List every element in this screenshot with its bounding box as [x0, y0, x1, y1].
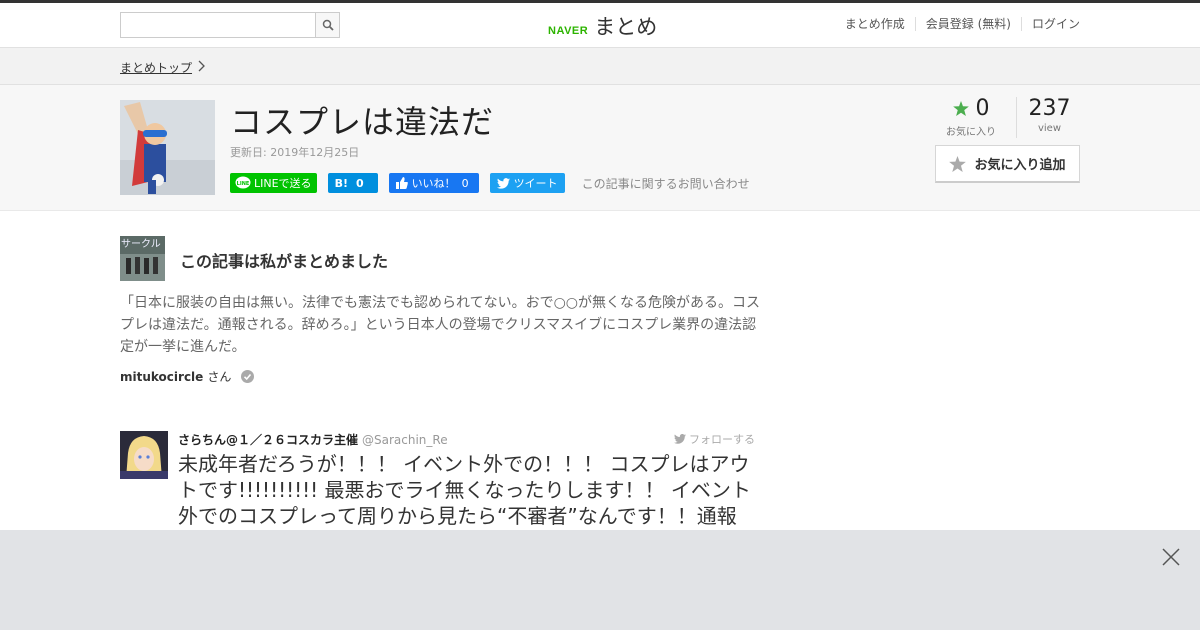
article-summary: 「日本に服装の自由は無い。法律でも憲法でも認められてない。おで○○が無くなる危険… [120, 295, 761, 355]
ad-overlay-bar [0, 530, 1200, 630]
follow-button[interactable]: フォローする [674, 431, 755, 447]
line-share-button[interactable]: LINE LINEで送る [230, 173, 317, 193]
tweet-author-handle[interactable]: @Sarachin_Re [362, 433, 448, 447]
header-nav: まとめ作成 会員登録 (無料) ログイン [835, 17, 1080, 31]
chevron-right-icon [198, 60, 205, 72]
avatar-text: サークル [121, 238, 161, 250]
view-stat: 237 view [1016, 97, 1080, 138]
favorite-label: お気に入り [946, 127, 996, 138]
tweet-avatar[interactable] [120, 431, 168, 479]
article-thumbnail [120, 100, 215, 195]
hatena-bookmark-button[interactable]: B! 0 [327, 173, 378, 193]
author-section-title: この記事は私がまとめました [180, 252, 389, 271]
twitter-bird-icon [496, 177, 510, 189]
nav-login[interactable]: ログイン [1020, 17, 1080, 31]
hatena-count: 0 [355, 176, 364, 190]
search-button[interactable] [315, 13, 339, 37]
favorite-count: 0 [975, 96, 990, 121]
search-input[interactable] [121, 13, 315, 37]
view-label: view [1037, 123, 1062, 134]
search-box [120, 12, 340, 38]
facebook-like-count: 0 [461, 176, 469, 190]
nav-register[interactable]: 会員登録 (無料) [914, 17, 1021, 31]
logo-matome: まとめ [594, 15, 658, 39]
article-header: コスプレは違法だ 更新日: 2019年12月25日 LINE LINEで送る B… [0, 85, 1200, 211]
twitter-bird-icon [674, 434, 686, 444]
thumbs-up-icon [395, 177, 408, 189]
follow-label: フォローする [689, 433, 755, 446]
site-header: NAVER まとめ まとめ作成 会員登録 (無料) ログイン [0, 0, 1200, 48]
share-bar: LINE LINEで送る B! 0 いいね！ 0 ツイート この記事に関するお問… [230, 173, 750, 193]
view-count: 237 [1028, 96, 1071, 121]
facebook-like-button[interactable]: いいね！ 0 [388, 173, 479, 193]
favorite-stat: 0 お気に入り [926, 96, 1016, 139]
star-icon [949, 155, 967, 172]
verified-check-icon [241, 370, 255, 383]
tweet-author: さらちん@１／２６コスカラ主催 @Sarachin_Re [178, 431, 448, 448]
tweet-author-name[interactable]: さらちん@１／２６コスカラ主催 [178, 433, 358, 447]
inquiry-link[interactable]: この記事に関するお問い合わせ [582, 175, 750, 192]
add-favorite-button[interactable]: お気に入り追加 [935, 145, 1080, 183]
star-icon [952, 101, 969, 116]
author-section: サークル この記事は私がまとめました [120, 236, 760, 281]
curator-avatar[interactable]: サークル [120, 236, 165, 281]
line-icon: LINE [235, 176, 251, 189]
facebook-like-label: いいね！ [411, 177, 456, 190]
tweet-button-label: ツイート [513, 177, 558, 190]
page-title: コスプレは違法だ [230, 103, 495, 141]
hatena-icon: B! [334, 176, 348, 190]
article-stats: 0 お気に入り 237 view [926, 97, 1080, 138]
curator-info: mitukocircle さん [120, 368, 255, 385]
line-share-label: LINEで送る [254, 177, 312, 190]
curator-name[interactable]: mitukocircle [120, 370, 203, 384]
breadcrumb: まとめトップ [0, 48, 1200, 85]
add-favorite-label: お気に入り追加 [974, 158, 1066, 173]
search-icon [322, 19, 334, 31]
site-logo[interactable]: NAVER まとめ [548, 11, 657, 41]
tweet-button[interactable]: ツイート [489, 173, 565, 193]
nav-create-matome[interactable]: まとめ作成 [835, 17, 915, 31]
updated-date: 更新日: 2019年12月25日 [230, 146, 360, 159]
curator-suffix: さん [207, 370, 232, 384]
close-icon[interactable] [1162, 548, 1180, 566]
breadcrumb-top-link[interactable]: まとめトップ [120, 59, 192, 76]
logo-naver: NAVER [548, 25, 589, 37]
svg-text:LINE: LINE [237, 181, 250, 187]
